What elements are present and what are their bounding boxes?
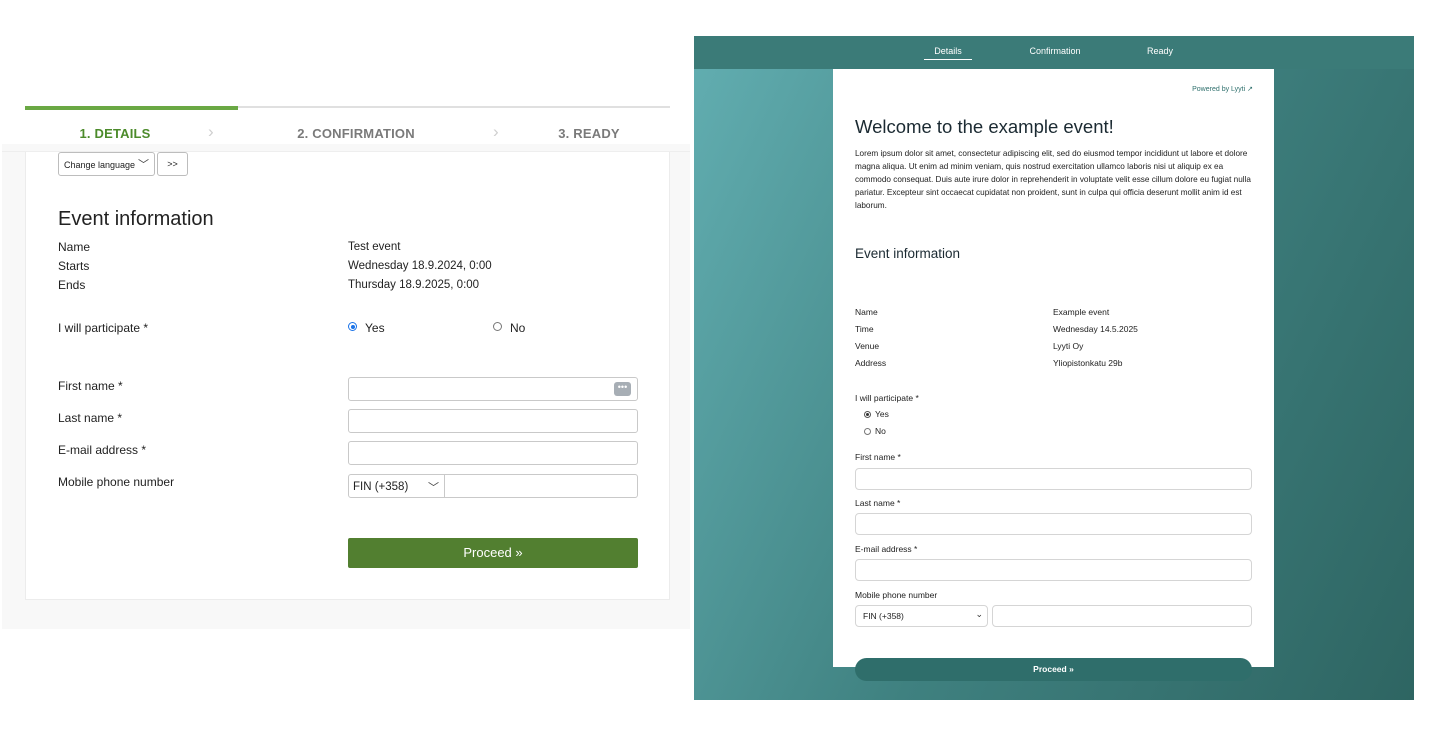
page-title: Welcome to the example event!	[855, 116, 1114, 137]
active-tab-indicator	[924, 59, 972, 60]
participate-no-radio[interactable]	[493, 322, 502, 331]
info-label-time: Time	[855, 324, 874, 334]
first-name-label: First name *	[58, 379, 123, 393]
event-information-title: Event information	[855, 246, 961, 261]
phone-country-select[interactable]: FIN (+358) ﹀	[348, 474, 445, 498]
info-label-ends: Ends	[58, 278, 86, 292]
info-value-ends: Thursday 18.9.2025, 0:00	[348, 279, 480, 291]
language-select-label: Change language	[64, 160, 136, 170]
participate-yes-radio[interactable]	[348, 322, 357, 331]
last-name-label: Last name *	[855, 498, 901, 508]
last-name-label: Last name *	[58, 411, 123, 425]
event-information-title: Event information	[58, 208, 214, 230]
email-input[interactable]	[348, 441, 638, 465]
first-name-input[interactable]: •••	[348, 377, 638, 401]
info-label-address: Address	[855, 358, 887, 368]
tab-ready[interactable]: Ready	[1142, 46, 1178, 56]
info-value-address: Yliopistonkatu 29b	[1053, 358, 1123, 368]
email-label: E-mail address *	[855, 544, 918, 554]
chevron-down-icon: ﹀	[428, 482, 439, 494]
first-name-label: First name *	[855, 452, 901, 462]
proceed-button[interactable]: Proceed »	[855, 658, 1252, 681]
event-description: Lorem ipsum dolor sit amet, consectetur …	[855, 149, 1251, 210]
phone-input[interactable]	[445, 474, 638, 498]
info-label-venue: Venue	[855, 341, 880, 351]
chevron-down-icon: ⌄	[975, 609, 983, 619]
info-label-name: Name	[855, 307, 878, 317]
step-confirmation: 2. CONFIRMATION	[297, 126, 415, 141]
chevron-down-icon: ﹀	[138, 159, 149, 171]
participate-no-label: No	[875, 426, 886, 436]
external-link-icon: ↗	[1247, 86, 1253, 93]
right-form-background: Details Confirmation Ready Powered by Ly…	[694, 36, 1414, 700]
info-label-starts: Starts	[58, 259, 90, 273]
step-ready: 3. READY	[558, 126, 620, 141]
powered-by-link[interactable]: Powered by Lyyti ↗	[1192, 85, 1253, 93]
progress-fill	[25, 106, 238, 110]
proceed-button[interactable]: Proceed »	[348, 538, 638, 568]
info-value-venue: Lyyti Oy	[1053, 341, 1084, 351]
phone-input[interactable]	[992, 605, 1252, 627]
step-details: 1. DETAILS	[79, 126, 151, 141]
phone-country-select[interactable]: FIN (+358) ⌄	[855, 605, 988, 627]
chevron-right-icon: ›	[493, 122, 499, 141]
info-value-time: Wednesday 14.5.2025	[1053, 324, 1138, 334]
phone-country-value: FIN (+358)	[863, 611, 904, 621]
powered-by-label: Powered by Lyyti	[1192, 86, 1246, 93]
participate-no-label: No	[510, 321, 526, 335]
info-value-name: Example event	[1053, 307, 1110, 317]
participate-yes-label: Yes	[875, 409, 889, 419]
language-go-button[interactable]: >>	[157, 152, 188, 176]
first-name-input[interactable]	[855, 468, 1252, 490]
phone-country-value: FIN (+358)	[353, 481, 409, 493]
tab-details[interactable]: Details	[924, 46, 972, 56]
last-name-input[interactable]	[855, 513, 1252, 535]
phone-label: Mobile phone number	[855, 590, 938, 600]
info-value-name: Test event	[348, 241, 401, 253]
chevron-right-icon: ›	[208, 122, 214, 141]
participate-no-radio[interactable]	[864, 428, 871, 435]
info-value-starts: Wednesday 18.9.2024, 0:00	[348, 260, 492, 272]
tab-confirmation[interactable]: Confirmation	[1020, 46, 1090, 56]
participate-label: I will participate *	[855, 393, 919, 403]
participate-yes-label: Yes	[365, 321, 385, 335]
email-input[interactable]	[855, 559, 1252, 581]
last-name-input[interactable]	[348, 409, 638, 433]
more-dots-icon[interactable]: •••	[614, 382, 631, 396]
email-label: E-mail address *	[58, 443, 147, 457]
right-form-card: Powered by Lyyti ↗ Welcome to the exampl…	[833, 69, 1274, 681]
language-select[interactable]: Change language ﹀	[58, 152, 155, 176]
participate-yes-radio[interactable]	[864, 411, 871, 418]
participate-label: I will participate *	[58, 321, 149, 335]
info-label-name: Name	[58, 240, 91, 254]
phone-label: Mobile phone number	[58, 475, 175, 489]
top-navigation: Details Confirmation Ready	[694, 36, 1414, 69]
